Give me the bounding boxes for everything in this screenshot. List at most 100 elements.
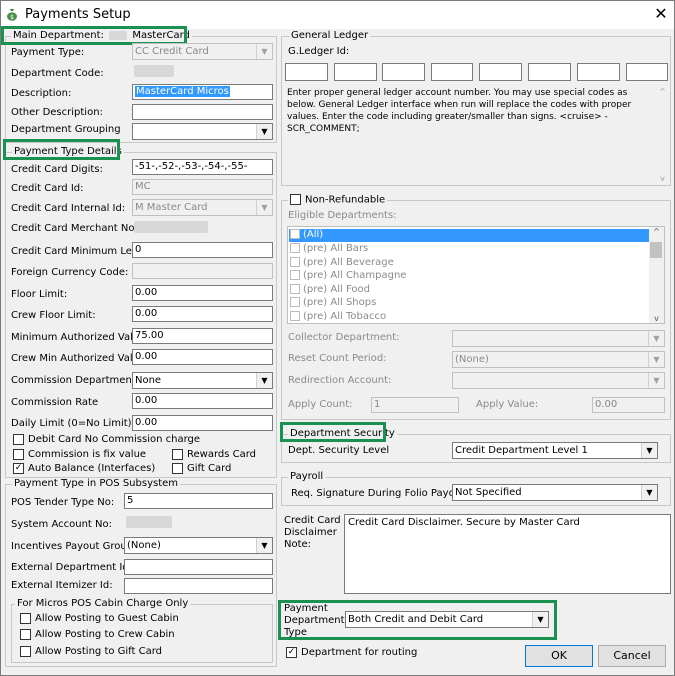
list-item-checkbox[interactable]	[290, 270, 300, 280]
chevron-down-icon: v	[660, 174, 665, 183]
commission-fix-checkbox[interactable]	[13, 449, 24, 460]
gl-id-label: G.Ledger Id:	[288, 46, 350, 57]
pos-tender-input[interactable]: 5	[124, 493, 273, 509]
foreign-currency-input[interactable]	[132, 263, 273, 279]
allow-crew-checkbox[interactable]	[20, 629, 31, 640]
check-icon: ✓	[14, 463, 23, 473]
general-ledger-legend: General Ledger	[289, 30, 371, 41]
cc-internal-id-dropdown[interactable]: M Master Card ▼	[132, 199, 273, 216]
commission-dept-dropdown[interactable]: None ▼	[132, 372, 273, 389]
cc-digits-input[interactable]: -51-,-52-,-53-,-54-,-55-	[132, 159, 273, 175]
routing-label: Department for routing	[301, 647, 418, 658]
pdt-label-line-2: Department	[284, 615, 345, 626]
cancel-button[interactable]: Cancel	[598, 645, 666, 667]
list-item-checkbox[interactable]	[290, 243, 300, 253]
floor-limit-input[interactable]: 0.00	[132, 285, 273, 301]
allow-guest-checkbox[interactable]	[20, 613, 31, 624]
chevron-down-icon: ▼	[641, 485, 657, 500]
req-signature-dropdown[interactable]: Not Specified ▼	[452, 484, 658, 501]
apply-count-input[interactable]: 1	[371, 397, 459, 413]
collector-dept-dropdown[interactable]: ▼	[452, 330, 665, 347]
cc-id-input[interactable]: MC	[132, 179, 273, 195]
description-label: Description:	[11, 88, 72, 99]
gl-id-input-2[interactable]	[334, 63, 377, 81]
gl-id-input-3[interactable]	[382, 63, 425, 81]
scroll-thumb[interactable]	[650, 242, 662, 258]
commission-rate-input[interactable]: 0.00	[132, 393, 273, 409]
ext-dept-label: External Department Id:	[11, 562, 133, 573]
payment-type-value: CC Credit Card	[135, 46, 209, 57]
gl-id-input-8[interactable]	[626, 63, 668, 81]
commission-rate-label: Commission Rate	[11, 397, 99, 408]
gl-id-input-7[interactable]	[577, 63, 620, 81]
cc-merchant-label: Credit Card Merchant No:	[11, 223, 138, 234]
chevron-down-icon: v	[654, 314, 659, 323]
disclaimer-textarea[interactable]: Credit Card Disclaimer. Secure by Master…	[344, 514, 671, 594]
check-icon: ✓	[287, 647, 296, 657]
req-signature-value: Not Specified	[455, 487, 522, 498]
list-item-checkbox[interactable]	[290, 257, 300, 267]
list-item[interactable]: (pre) All Food	[290, 284, 370, 297]
department-grouping-dropdown[interactable]: ▼	[132, 123, 273, 140]
list-item[interactable]: (pre) All Champagne	[290, 270, 406, 283]
auto-balance-checkbox[interactable]: ✓	[13, 463, 24, 474]
list-item-checkbox[interactable]	[290, 311, 300, 321]
list-item[interactable]: (pre) All Beverage	[290, 257, 394, 270]
description-input[interactable]: MasterCard Micros	[132, 84, 273, 100]
department-code-field[interactable]	[134, 65, 174, 77]
list-item-checkbox[interactable]	[290, 297, 300, 307]
foreign-currency-label: Foreign Currency Code:	[11, 267, 129, 278]
chevron-down-icon: ▼	[256, 200, 272, 215]
cc-digits-value: -51-,-52-,-53-,-54-,-55-	[135, 161, 248, 172]
crew-min-auth-input[interactable]: 0.00	[132, 349, 273, 365]
apply-value-input[interactable]: 0.00	[592, 397, 665, 413]
rewards-card-checkbox[interactable]	[172, 449, 183, 460]
chevron-down-icon: ▼	[256, 538, 272, 553]
list-item[interactable]: (pre) All Bars	[290, 243, 368, 256]
daily-limit-input[interactable]: 0.00	[132, 415, 273, 431]
daily-limit-value: 0.00	[135, 417, 158, 428]
chevron-down-icon: ▼	[256, 44, 272, 59]
commission-dept-value: None	[135, 375, 162, 386]
chevron-down-icon: ▼	[641, 443, 657, 458]
list-item[interactable]: (All)	[290, 229, 323, 242]
non-refundable-checkbox[interactable]	[290, 194, 301, 205]
list-scrollbar[interactable]: ^ v	[649, 227, 664, 323]
list-item[interactable]: (pre) All Shops	[290, 297, 376, 310]
incentives-dropdown[interactable]: (None) ▼	[124, 537, 273, 554]
other-description-input[interactable]	[132, 104, 273, 120]
gl-id-input-5[interactable]	[479, 63, 522, 81]
eligible-departments-list[interactable]: (All) (pre) All Bars (pre) All Beverage …	[287, 226, 665, 324]
cc-min-len-input[interactable]: 0	[132, 242, 273, 258]
debit-no-commission-checkbox[interactable]	[13, 434, 24, 445]
gl-id-input-1[interactable]	[285, 63, 328, 81]
payments-setup-window: $ Payments Setup ✕ Main Department: Mast…	[0, 0, 675, 676]
system-account-field[interactable]	[126, 516, 172, 528]
min-auth-input[interactable]: 75.00	[132, 328, 273, 344]
crew-floor-limit-input[interactable]: 0.00	[132, 306, 273, 322]
list-item[interactable]: (pre) All Tobacco	[290, 311, 386, 323]
cc-min-len-label: Credit Card Minimum Len:	[11, 246, 142, 257]
list-item-checkbox[interactable]	[290, 284, 300, 294]
min-auth-label: Minimum Authorized Value:	[11, 332, 149, 343]
ext-dept-input[interactable]	[124, 559, 273, 575]
security-level-dropdown[interactable]: Credit Department Level 1 ▼	[452, 442, 658, 459]
cc-merchant-field[interactable]	[134, 221, 208, 233]
allow-gift-checkbox[interactable]	[20, 646, 31, 657]
disclaimer-label-line-2: Disclaimer	[284, 527, 337, 538]
reset-count-dropdown[interactable]: (None) ▼	[452, 351, 665, 368]
payment-department-type-dropdown[interactable]: Both Credit and Debit Card ▼	[345, 611, 549, 628]
gift-card-checkbox[interactable]	[172, 463, 183, 474]
ok-button[interactable]: OK	[525, 645, 593, 667]
routing-checkbox[interactable]: ✓	[286, 647, 297, 658]
close-icon[interactable]: ✕	[649, 4, 673, 24]
gl-id-input-4[interactable]	[431, 63, 473, 81]
ext-itemizer-input[interactable]	[124, 578, 273, 594]
non-refundable-label: Non-Refundable	[305, 194, 386, 206]
list-item-checkbox[interactable]	[290, 229, 300, 239]
gl-id-input-6[interactable]	[528, 63, 571, 81]
gl-help-scrollbar[interactable]: ^ v	[656, 87, 669, 183]
payment-type-dropdown[interactable]: CC Credit Card ▼	[132, 43, 273, 60]
redirection-dropdown[interactable]: ▼	[452, 372, 665, 389]
debit-no-commission-label: Debit Card No Commission charge	[28, 434, 201, 445]
